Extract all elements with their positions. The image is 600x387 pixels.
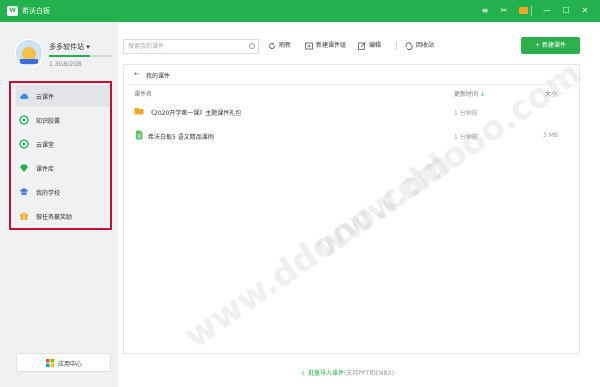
header-divider [130,84,574,85]
row-size: 3 MB [542,132,558,139]
storage-bar [49,55,112,57]
recycle-bin-button[interactable]: 回收站 [405,40,434,52]
app-center-label: 应用中心 [58,361,83,368]
back-arrow-icon[interactable]: ← [134,70,140,78]
titlebar-divider [531,6,532,16]
edit-icon [358,41,366,50]
menu-icon[interactable]: ≡ [479,5,491,17]
app-center-button[interactable]: 应用中心 [16,353,111,372]
username[interactable]: 多多软件站 ▾ [49,42,90,52]
row-time: 1 分钟前 [454,110,478,117]
search-icon[interactable] [249,43,255,49]
column-header-name[interactable]: 课件名 [134,89,152,98]
document-icon [136,130,143,140]
maximize-button[interactable]: ☐ [560,5,572,17]
table-row[interactable]: 《2020开学第一课》主题课件礼包 1 分钟前 [130,100,574,124]
new-group-button[interactable]: 新建课件组 [305,40,346,52]
row-time: 1 分钟前 [454,134,478,141]
row-name: 希沃白板5 语文精品课例 [148,134,214,141]
toolbar-divider [396,42,397,50]
refresh-button[interactable]: 刷新 [268,40,291,52]
import-icon: ⇩ [301,370,307,377]
storage-text: 1.3GB/2GB [49,61,82,68]
add-folder-icon [305,42,313,49]
search-input[interactable] [128,41,246,52]
column-header-size[interactable]: 大小 [545,89,557,98]
row-name: 《2020开学第一课》主题课件礼包 [148,110,242,117]
folder-icon [134,108,144,115]
refresh-icon [269,42,275,49]
new-courseware-button[interactable]: + 新建课件 [521,37,580,54]
avatar[interactable] [15,39,43,67]
title-bar: W 希沃白板 ≡ ✂ — ☐ ✕ [0,0,600,22]
mail-icon[interactable] [519,7,528,14]
minimize-button[interactable]: — [541,5,553,17]
app-logo: W [7,6,18,16]
highlight-annotation [9,81,112,230]
edit-button[interactable]: 编辑 [358,40,381,52]
recycle-icon [405,41,413,50]
close-button[interactable]: ✕ [579,5,591,17]
scissors-icon[interactable]: ✂ [498,5,510,17]
table-row[interactable]: 希沃白板5 语文精品课例 1 分钟前 3 MB [130,124,574,148]
search-box[interactable] [123,39,259,54]
app-grid-icon [46,359,54,367]
sort-arrow-icon: ↓ [479,91,485,98]
breadcrumb: 我的课件 [146,73,171,80]
batch-import-link[interactable]: ⇩ 批量导入课件(支持PPT和ENBX) [301,368,394,377]
import-hint: (支持PPT和ENBX) [343,370,395,377]
column-header-updated[interactable]: 更新时间 ↓ [454,89,485,98]
chevron-down-icon[interactable]: ▾ [86,43,90,51]
app-title: 希沃白板 [22,7,50,15]
